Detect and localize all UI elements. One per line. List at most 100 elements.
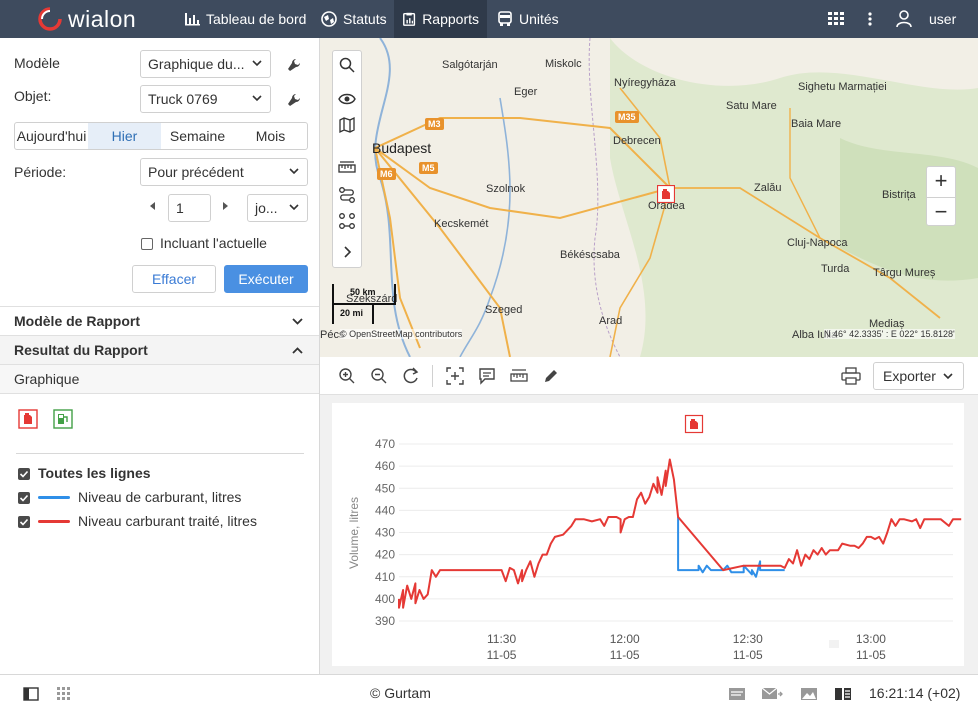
execute-button[interactable]: Exécuter xyxy=(224,265,308,293)
grid-view-icon[interactable] xyxy=(57,687,71,701)
modele-label: Modèle xyxy=(14,55,60,71)
reset-zoom-icon[interactable] xyxy=(402,367,420,385)
all-lines-label: Toutes les lignes xyxy=(38,465,151,481)
count-value: 1 xyxy=(176,200,184,216)
objet-select[interactable]: Truck 0769 xyxy=(140,85,271,113)
x-tick-date: 11-05 xyxy=(487,648,517,662)
print-icon[interactable] xyxy=(841,367,861,385)
quick-period-selector: Aujourd'hui Hier Semaine Mois xyxy=(14,122,308,150)
wrench-icon[interactable] xyxy=(287,58,301,72)
map-view[interactable]: Salgótarján Miskolc Nyíregyháza Satu Mar… xyxy=(320,38,978,357)
fit-frame-icon[interactable] xyxy=(446,367,464,385)
bus-icon xyxy=(498,11,512,26)
wialon-logo[interactable]: wialon xyxy=(36,6,136,32)
pencil-icon[interactable] xyxy=(542,367,560,385)
x-tick-label: 13:00 xyxy=(856,632,886,646)
tab-rapports[interactable]: Rapports xyxy=(394,0,487,38)
zoom-in-button[interactable]: + xyxy=(927,167,955,196)
period-week[interactable]: Semaine xyxy=(161,123,234,149)
panel-toggle-icon[interactable] xyxy=(23,686,39,702)
eye-icon[interactable] xyxy=(338,90,356,108)
logo-text: wialon xyxy=(68,5,137,32)
city-label: Zalău xyxy=(754,182,782,194)
fuel-chart[interactable]: 390 400 410 420 430 440 450 460 470 11:30 11-05 12… xyxy=(332,403,964,666)
chevron-down-icon xyxy=(252,95,262,102)
notification-icon[interactable] xyxy=(728,687,746,701)
graphique-item[interactable]: Graphique xyxy=(0,364,319,394)
series-processed-swatch xyxy=(38,520,70,523)
image-icon[interactable] xyxy=(800,687,818,701)
layout-icon[interactable] xyxy=(834,687,852,701)
city-label: Bistrița xyxy=(882,189,916,201)
chevron-right-icon[interactable] xyxy=(338,243,356,261)
y-tick-label: 430 xyxy=(375,526,395,540)
map-icon[interactable] xyxy=(338,116,356,134)
road-badge: M6 xyxy=(377,168,396,180)
search-icon[interactable] xyxy=(338,56,356,74)
periode-value: Pour précédent xyxy=(148,164,244,180)
mail-icon[interactable] xyxy=(761,687,783,701)
city-label: Salgótarján xyxy=(442,59,498,71)
city-label: Miskolc xyxy=(545,58,582,70)
resultat-rapport-section[interactable]: Resultat du Rapport xyxy=(0,335,319,364)
city-label: Eger xyxy=(514,86,538,98)
top-bar: wialon Tableau de bord Statuts Rapports … xyxy=(0,0,978,38)
geofence-icon[interactable] xyxy=(338,212,356,230)
all-lines-checkbox[interactable] xyxy=(18,468,30,480)
chevron-down-icon xyxy=(943,373,953,380)
more-vertical-icon[interactable] xyxy=(868,12,872,26)
tab-unites[interactable]: Unités xyxy=(489,0,567,38)
user-icon[interactable] xyxy=(896,10,912,28)
tab-tableau-de-bord[interactable]: Tableau de bord xyxy=(176,0,314,38)
apps-grid-icon[interactable] xyxy=(828,12,844,26)
modele-rapport-section[interactable]: Modèle de Rapport xyxy=(0,306,319,335)
map-coordinates: N 46° 42.3335' : E 022° 15.8128' xyxy=(824,329,955,339)
series-processed-checkbox[interactable] xyxy=(18,516,30,528)
period-yesterday[interactable]: Hier xyxy=(88,123,161,149)
globe-icon xyxy=(321,11,337,27)
zoom-out-icon[interactable] xyxy=(370,367,388,385)
period-today[interactable]: Aujourd'hui xyxy=(15,123,88,149)
series-processed-label: Niveau carburant traité, litres xyxy=(78,513,257,529)
wialon-logo-icon xyxy=(38,7,62,31)
y-axis-label: Volume, litres xyxy=(347,497,361,569)
ruler-icon[interactable] xyxy=(338,159,356,177)
fuel-canister-icon[interactable] xyxy=(18,409,38,429)
comment-icon[interactable] xyxy=(478,367,496,385)
chevron-down-icon xyxy=(289,204,299,211)
zoom-out-button[interactable]: − xyxy=(927,197,955,226)
route-icon[interactable] xyxy=(338,186,356,204)
tab-label: Unités xyxy=(519,11,559,27)
unit-select[interactable]: jo... xyxy=(247,194,308,222)
wrench-icon[interactable] xyxy=(287,93,301,107)
decrement-arrow-icon[interactable] xyxy=(150,202,156,210)
map-tools xyxy=(332,50,362,268)
city-label: Turda xyxy=(821,263,850,275)
clear-button[interactable]: Effacer xyxy=(132,265,216,293)
checkmark-icon xyxy=(19,494,29,502)
series-fuel-checkbox[interactable] xyxy=(18,492,30,504)
city-label: Satu Mare xyxy=(726,100,777,112)
increment-arrow-icon[interactable] xyxy=(222,202,228,210)
series-line-processed xyxy=(398,458,962,609)
divider xyxy=(16,453,304,454)
chart-unit-marker[interactable] xyxy=(684,414,704,434)
user-name[interactable]: user xyxy=(929,11,956,27)
zoom-in-icon[interactable] xyxy=(338,367,356,385)
count-input[interactable]: 1 xyxy=(168,194,211,222)
periode-select[interactable]: Pour précédent xyxy=(140,158,308,186)
period-month[interactable]: Mois xyxy=(234,123,307,149)
fuel-pump-icon[interactable] xyxy=(53,409,73,429)
unit-marker-icon[interactable] xyxy=(657,185,675,203)
tab-statuts[interactable]: Statuts xyxy=(313,0,395,38)
chevron-down-icon xyxy=(289,168,299,175)
city-label: Szeged xyxy=(485,304,523,316)
map-attribution: © OpenStreetMap contributors xyxy=(340,329,463,339)
ruler-icon[interactable] xyxy=(510,367,528,385)
include-current-checkbox[interactable] xyxy=(141,238,153,250)
x-tick-date: 11-05 xyxy=(856,648,886,662)
modele-select[interactable]: Graphique du... xyxy=(140,50,271,78)
export-dropdown[interactable]: Exporter xyxy=(873,362,964,390)
city-label: Sighetu Marmației xyxy=(798,81,887,93)
chart-toolbar: Exporter xyxy=(320,357,978,395)
